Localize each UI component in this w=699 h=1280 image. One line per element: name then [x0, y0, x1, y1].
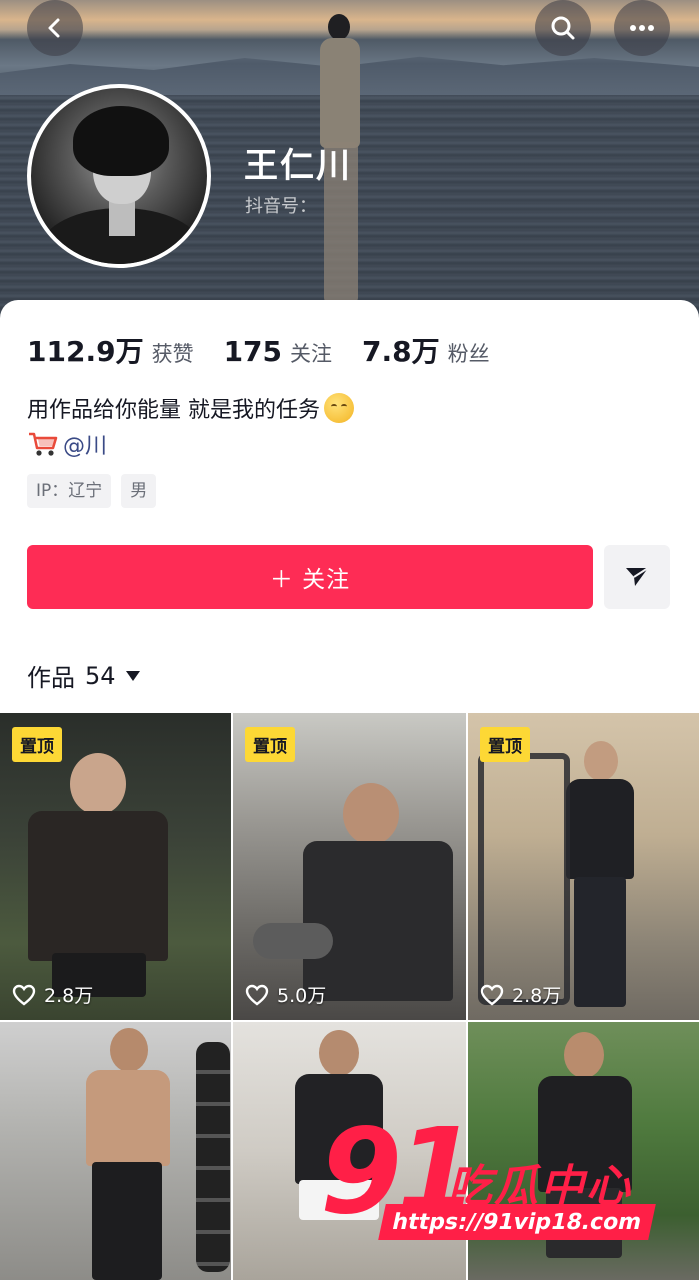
ip-tag: IP：辽宁: [27, 474, 112, 508]
video-thumb[interactable]: 置顶 2.8万: [468, 713, 699, 1020]
tab-works[interactable]: 作品 54: [27, 658, 140, 693]
stat-value: 7.8万: [362, 335, 440, 368]
back-button[interactable]: [27, 0, 83, 56]
heart-icon: [480, 984, 504, 1006]
works-label: 作品: [27, 664, 75, 692]
smile-emoji-icon: [324, 393, 354, 423]
stat-likes[interactable]: 112.9万 获赞: [27, 330, 194, 370]
stat-label: 粉丝: [447, 342, 490, 366]
send-icon: [626, 567, 649, 586]
stat-label: 获赞: [151, 342, 194, 366]
heart-icon: [245, 984, 269, 1006]
gender-tag: 男: [121, 474, 157, 508]
stat-value: 175: [223, 335, 283, 368]
pinned-badge: 置顶: [480, 727, 530, 762]
more-button[interactable]: [614, 0, 670, 56]
stat-following[interactable]: 175 关注: [224, 335, 332, 368]
like-count: 2.8万: [12, 981, 93, 1008]
weight-rack: [196, 1042, 230, 1272]
stats-row: 112.9万 获赞 175 关注 7.8万 粉丝: [27, 330, 520, 370]
share-button[interactable]: [604, 545, 670, 609]
like-count-text: 2.8万: [512, 985, 562, 1007]
profile-name: 王仁川: [244, 146, 352, 186]
douyin-id: 抖音号：: [245, 192, 317, 218]
thumb-person: [560, 741, 640, 1016]
avatar[interactable]: [27, 84, 211, 268]
video-thumb[interactable]: 置顶 5.0万: [233, 713, 466, 1020]
stat-label: 关注: [290, 342, 333, 366]
like-count: 2.8万: [480, 981, 561, 1008]
bio: 用作品给你能量 就是我的任务: [27, 392, 354, 424]
bio-text: 用作品给你能量 就是我的任务: [27, 398, 320, 423]
like-count-text: 2.8万: [44, 985, 94, 1007]
video-thumb[interactable]: [0, 1022, 231, 1280]
pinned-badge: 置顶: [245, 727, 295, 762]
shopping-cart-icon: [29, 432, 58, 456]
works-count: 54: [85, 661, 116, 690]
shop-mention[interactable]: @川: [63, 428, 107, 460]
follow-button[interactable]: ＋ 关注: [27, 545, 593, 609]
video-thumb[interactable]: 置顶 2.8万: [0, 713, 231, 1020]
stat-followers[interactable]: 7.8万 粉丝: [362, 330, 490, 370]
like-count-text: 5.0万: [277, 985, 327, 1007]
stat-value: 112.9万: [27, 335, 144, 368]
caret-down-icon: [125, 670, 140, 681]
watermark-url: https://91vip18.com: [378, 1204, 656, 1240]
search-button[interactable]: [535, 0, 591, 56]
gym-machine: [478, 753, 570, 1005]
more-dots-icon: [630, 25, 654, 31]
shop-link[interactable]: @川: [27, 428, 107, 460]
tag-row: IP：辽宁 男: [27, 474, 166, 508]
like-count: 5.0万: [245, 981, 326, 1008]
douyin-id-label: 抖音号：: [245, 196, 317, 217]
watermark: 91 吃瓜中心 https://91vip18.com: [320, 1112, 660, 1242]
heart-icon: [12, 984, 36, 1006]
chevron-left-icon: [48, 18, 60, 38]
thumb-person: [78, 1028, 178, 1280]
pinned-badge: 置顶: [12, 727, 62, 762]
thumb-person: [28, 753, 178, 1013]
search-icon: [551, 16, 575, 40]
